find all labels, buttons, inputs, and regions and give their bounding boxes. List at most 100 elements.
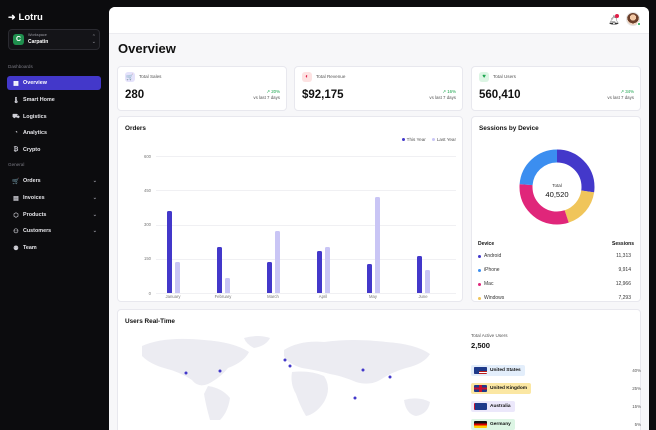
device-sessions: 9,914 [618,267,631,273]
bar-june-last-year[interactable] [424,270,430,293]
sidebar-item-customers[interactable]: ⚇ Customers ⌄ [7,224,101,238]
chevron-down-icon: ⌄ [92,212,97,218]
map-marker[interactable] [361,368,365,372]
map-marker[interactable] [184,371,188,375]
device-name: Android [484,253,502,259]
device-sessions: 12,966 [615,281,631,287]
sidebar-item-label: Smart Home [23,97,55,103]
stat-card-total-users: ♥ Total Users 560,410 ↗ 34% vs last 7 da… [471,66,641,111]
stat-value: $92,175 [302,89,344,101]
stat-delta-value: 16% [447,89,456,94]
x-tick-label: June [418,294,428,299]
bitcoin-icon: ₿ [13,147,19,153]
legend-dot [478,255,481,258]
chevron-down-icon: ⌄ [92,178,97,184]
map-north-america [142,338,249,386]
legend-this-year[interactable]: This Year [401,137,426,142]
sidebar: ➜ Lotru C Workspace Carpatin ⌃ ⌄ Dashboar… [0,0,108,430]
device-name: Windows [484,295,505,301]
bar-april-last-year[interactable] [324,247,330,293]
map-marker[interactable] [388,375,392,379]
top-bar: 🔔︎ [109,7,649,34]
team-icon: ⚉ [13,245,19,252]
sidebar-item-invoices[interactable]: ▤ Invoices ⌄ [7,191,101,205]
stat-card-total-sales: 🛒 Total Sales 280 ↗ 20% vs last 7 days [117,66,287,111]
bar-february-this-year[interactable] [216,247,222,293]
total-active-users-label: Total Active Users [471,333,508,338]
sidebar-item-logistics[interactable]: ⛟ Logistics [7,110,101,124]
sidebar-item-overview[interactable]: ▦ Overview [7,76,101,90]
map-marker[interactable] [288,364,292,368]
country-name: United Kingdom [490,386,528,391]
page-title: Overview [118,41,176,56]
section-general: General [8,162,25,167]
sidebar-item-orders[interactable]: 🛒 Orders ⌄ [7,174,101,188]
realtime-title: Users Real-Time [125,318,175,325]
bar-march-this-year[interactable] [266,262,272,293]
map-marker[interactable] [283,358,287,362]
bar-june-this-year[interactable] [416,256,422,293]
country-pill: Germany [471,419,515,430]
sessions-title: Sessions by Device [479,125,539,132]
cart-icon: 🛒 [12,178,20,185]
users-icon: ⚇ [13,228,19,235]
heart-icon: ♥ [479,72,489,82]
device-row-android: Android 11,313 [478,252,631,262]
bar-may-this-year[interactable] [366,264,372,293]
legend-label: Last Year [436,137,456,142]
country-row-uk: United Kingdom 25% [471,383,641,394]
chart-pie-icon: ◔ [14,130,18,136]
sidebar-item-team[interactable]: ⚉ Team [7,241,101,255]
sidebar-item-products[interactable]: ⬡ Products ⌄ [7,208,101,222]
legend-last-year[interactable]: Last Year [431,137,456,142]
trend-up-icon: ↗ [442,89,446,94]
bar-april-this-year[interactable] [316,250,322,293]
map-marker[interactable] [218,369,222,373]
bar-february-last-year[interactable] [224,278,230,293]
map-marker[interactable] [353,396,357,400]
device-row-iphone: iPhone 9,914 [478,266,631,276]
grid-icon: ▦ [13,80,19,87]
sidebar-item-crypto[interactable]: ₿ Crypto [7,143,101,157]
country-percentage: 5% [634,422,641,427]
stat-delta-note: vs last 7 days [607,94,634,100]
device-name: Mac [484,281,494,287]
country-percentage: 15% [632,404,641,409]
world-map [142,336,430,420]
sidebar-item-analytics[interactable]: ◔ Analytics [7,126,101,140]
chevron-down-icon: ⌄ [92,228,97,234]
legend-label: This Year [406,137,426,142]
map-australia [404,398,430,416]
bar-may-last-year[interactable] [374,197,380,293]
stat-card-total-revenue: ◐ Total Revenue $92,175 ↗ 16% vs last 7 … [294,66,463,111]
country-name: Australia [490,404,511,409]
sidebar-item-smart-home[interactable]: 🌡 Smart Home [7,93,101,107]
chart-legend: This Year Last Year [401,137,456,142]
cart-icon: 🛒 [125,72,135,82]
uk-flag-icon [474,385,487,392]
country-pill: United States [471,365,525,376]
receipt-icon: ▤ [13,195,19,202]
cube-icon: ⬡ [13,212,19,219]
country-name: United States [490,368,521,373]
country-row-au: Australia 15% [471,401,641,412]
gridline [156,224,456,226]
legend-dot [478,269,481,272]
country-percentage: 25% [632,386,641,391]
trend-up-icon: ↗ [266,89,270,94]
map-greenland [244,336,270,348]
app-logo[interactable]: ➜ Lotru [8,12,43,23]
stat-delta: ↗ 16% vs last 7 days [429,89,456,100]
chevron-down-icon: ⌄ [92,195,97,201]
device-row-mac: Mac 12,966 [478,280,631,290]
main-content: 🔔︎ Overview 🛒 Total Sales 280 ↗ 20% vs l… [109,7,649,430]
bar-january-this-year[interactable] [166,210,172,293]
map-africa [291,371,328,416]
workspace-selector[interactable]: C Workspace Carpatin ⌃ ⌄ [8,29,100,50]
sidebar-item-label: Analytics [23,130,47,136]
section-dashboards: Dashboards [8,64,33,69]
bar-march-last-year[interactable] [274,231,280,293]
thermostat-icon: 🌡 [12,97,20,104]
stat-label: Total Sales [139,74,162,79]
bar-january-last-year[interactable] [174,262,180,293]
